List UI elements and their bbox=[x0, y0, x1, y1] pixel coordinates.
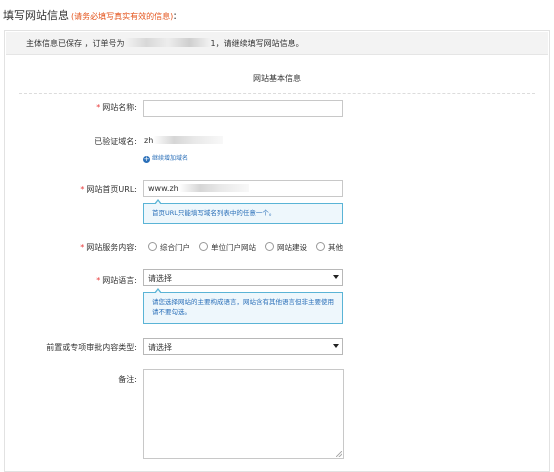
radio-circle bbox=[316, 242, 325, 251]
service-content-label-text: 网站服务内容: bbox=[86, 243, 137, 252]
remark-label: 备注: bbox=[118, 375, 137, 384]
site-language-label-text: 网站语言: bbox=[102, 276, 137, 285]
verified-domain-label: 已验证域名: bbox=[94, 137, 137, 146]
preapproval-type-label: 前置或专项审批内容类型: bbox=[46, 343, 137, 352]
domain-redacted bbox=[153, 136, 224, 144]
homepage-url-text: www.zh bbox=[148, 184, 179, 193]
service-content-radio-group: 综合门户 单位门户网站 网站建设 其他 bbox=[148, 242, 352, 253]
required-star: * bbox=[96, 103, 101, 112]
radio-other[interactable]: 其他 bbox=[316, 242, 343, 253]
required-star: * bbox=[80, 243, 85, 252]
notice-prefix: 主体信息已保存 ，订单号为 bbox=[26, 39, 125, 48]
chevron-down-icon bbox=[333, 344, 339, 348]
url-redacted bbox=[178, 184, 249, 192]
radio-unit-portal[interactable]: 单位门户网站 bbox=[199, 242, 256, 253]
radio-portal[interactable]: 综合门户 bbox=[148, 242, 190, 253]
radio-label: 综合门户 bbox=[160, 243, 190, 252]
save-notice-text: 主体信息已保存 ，订单号为 1，请继续填写网站信息。 bbox=[26, 38, 304, 49]
required-star: * bbox=[96, 276, 101, 285]
homepage-url-tip: 首页URL只能填写域名列表中的任意一个。 bbox=[143, 199, 343, 224]
form-panel: 主体信息已保存 ，订单号为 1，请继续填写网站信息。 网站基本信息 * 网站名称: … bbox=[4, 30, 550, 472]
save-notice-bar: 主体信息已保存 ，订单号为 1，请继续填写网站信息。 bbox=[6, 32, 548, 55]
required-warning: (请务必填写真实有效的信息) bbox=[71, 12, 174, 21]
site-language-label: * 网站语言: bbox=[5, 275, 137, 286]
homepage-url-label: * 网站首页URL: bbox=[5, 184, 137, 195]
chevron-down-icon bbox=[333, 275, 339, 279]
add-domain-label: 继续增加域名 bbox=[152, 155, 189, 162]
site-language-value: 请选择 bbox=[148, 274, 172, 283]
site-language-tip: 请您选择网站的主要构成语言，网站含有其他语言但非主要使用请不要勾选。 bbox=[143, 288, 343, 324]
radio-circle bbox=[148, 242, 157, 251]
radio-circle bbox=[199, 242, 208, 251]
site-language-select[interactable]: 请选择 bbox=[143, 269, 343, 286]
order-number-redacted bbox=[124, 38, 211, 47]
page-title-text: 填写网站信息 bbox=[3, 9, 69, 22]
radio-circle bbox=[265, 242, 274, 251]
site-name-label: * 网站名称: bbox=[5, 102, 137, 113]
site-name-input[interactable] bbox=[143, 100, 343, 117]
add-domain-link[interactable]: + 继续增加域名 bbox=[143, 153, 188, 163]
radio-label: 其他 bbox=[328, 243, 343, 252]
required-star: * bbox=[80, 185, 85, 194]
service-content-label: * 网站服务内容: bbox=[5, 242, 137, 253]
notice-suffix: ，请继续填写网站信息。 bbox=[215, 39, 304, 48]
preapproval-type-select[interactable]: 请选择 bbox=[143, 338, 343, 355]
homepage-url-input[interactable]: www.zh bbox=[143, 180, 343, 197]
resize-handle-icon[interactable] bbox=[336, 451, 342, 457]
radio-label: 网站建设 bbox=[277, 243, 307, 252]
homepage-url-value: www.zh bbox=[148, 184, 249, 193]
page-title: 填写网站信息 (请务必填写真实有效的信息): bbox=[3, 7, 177, 23]
section-title: 网站基本信息 bbox=[253, 74, 301, 83]
site-name-label-text: 网站名称: bbox=[102, 103, 137, 112]
plus-circle-icon: + bbox=[143, 155, 150, 163]
verified-domain-value: zh bbox=[144, 136, 224, 145]
preapproval-type-value: 请选择 bbox=[148, 343, 172, 352]
section-divider bbox=[19, 93, 535, 94]
verified-domain-text: zh bbox=[144, 136, 154, 145]
remark-textarea[interactable] bbox=[143, 369, 344, 459]
homepage-url-label-text: 网站首页URL: bbox=[86, 185, 137, 194]
radio-label: 单位门户网站 bbox=[211, 243, 256, 252]
title-colon: : bbox=[173, 9, 177, 22]
radio-site-building[interactable]: 网站建设 bbox=[265, 242, 307, 253]
